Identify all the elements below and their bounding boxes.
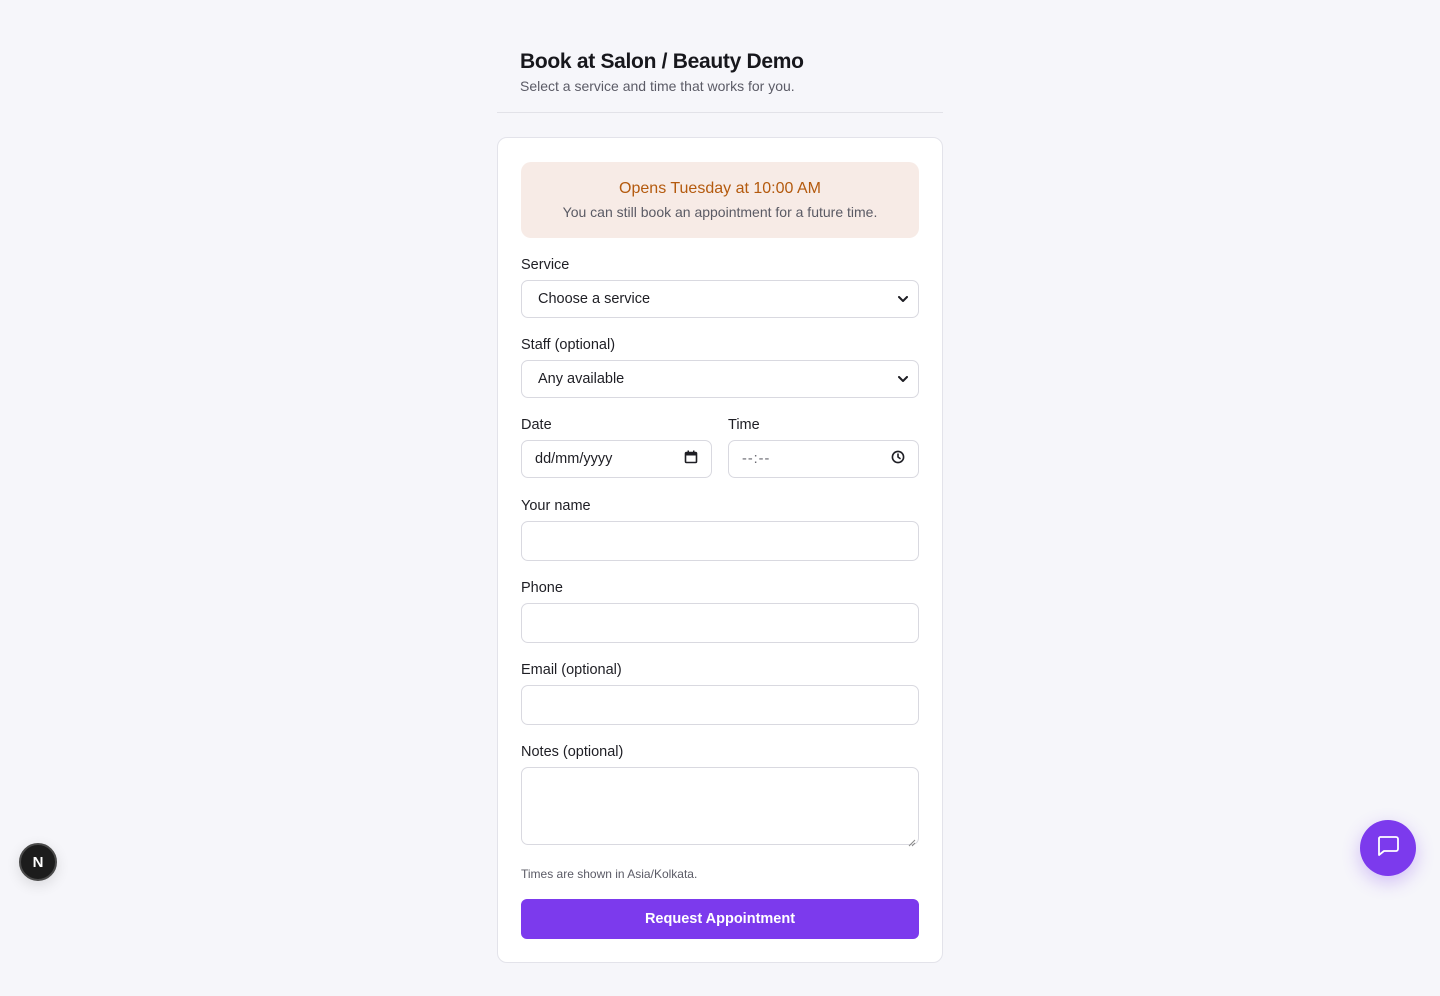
- time-placeholder: --:--: [742, 451, 771, 467]
- clock-icon[interactable]: [891, 450, 905, 469]
- page-title: Book at Salon / Beauty Demo: [520, 50, 804, 73]
- booking-form-card: Opens Tuesday at 10:00 AM You can still …: [497, 137, 943, 963]
- notice-text: You can still book an appointment for a …: [562, 204, 878, 220]
- header-divider: [497, 112, 943, 113]
- time-label: Time: [728, 417, 760, 433]
- service-select-value: Choose a service: [538, 291, 651, 307]
- service-select[interactable]: Choose a service: [521, 280, 919, 318]
- nextjs-logo-icon[interactable]: N: [19, 843, 57, 881]
- name-label: Your name: [521, 498, 591, 514]
- time-input[interactable]: --:--: [728, 440, 919, 478]
- notes-textarea[interactable]: [521, 767, 919, 847]
- chevron-down-icon: [898, 294, 908, 304]
- staff-select[interactable]: Any available: [521, 360, 919, 398]
- date-label: Date: [521, 417, 552, 433]
- date-input[interactable]: dd/mm/yyyy: [521, 440, 712, 478]
- email-input[interactable]: [521, 685, 919, 725]
- request-appointment-button[interactable]: Request Appointment: [521, 899, 919, 939]
- staff-label: Staff (optional): [521, 337, 616, 353]
- chat-bubble-icon: [1376, 835, 1400, 862]
- phone-label: Phone: [521, 580, 563, 596]
- staff-select-value: Any available: [538, 371, 625, 387]
- next-badge-letter: N: [32, 853, 44, 871]
- page-subtitle: Select a service and time that works for…: [520, 78, 795, 94]
- date-placeholder: dd/mm/yyyy: [535, 451, 613, 467]
- timezone-note: Times are shown in Asia/Kolkata.: [521, 867, 698, 881]
- calendar-icon[interactable]: [684, 450, 698, 469]
- service-label: Service: [521, 257, 570, 273]
- chat-button[interactable]: [1360, 820, 1416, 876]
- page-header: Book at Salon / Beauty Demo Select a ser…: [497, 48, 943, 96]
- chevron-down-icon: [898, 374, 908, 384]
- opening-notice: Opens Tuesday at 10:00 AM You can still …: [521, 162, 919, 238]
- notes-label: Notes (optional): [521, 744, 624, 760]
- email-label: Email (optional): [521, 662, 622, 678]
- name-input[interactable]: [521, 521, 919, 561]
- phone-input[interactable]: [521, 603, 919, 643]
- resize-handle-icon[interactable]: [908, 834, 916, 847]
- notice-title: Opens Tuesday at 10:00 AM: [619, 180, 821, 197]
